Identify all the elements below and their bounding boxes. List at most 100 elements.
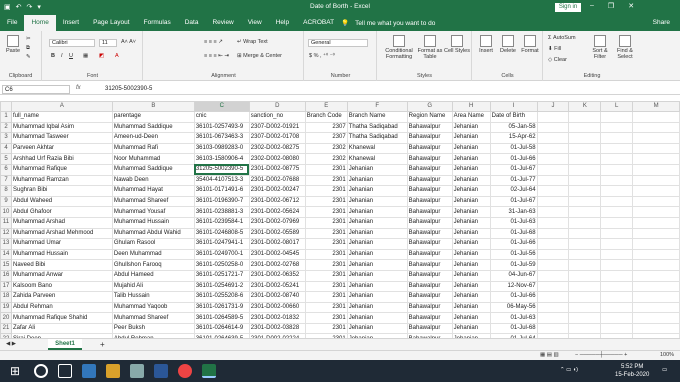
search-icon[interactable]	[34, 364, 48, 378]
view-mode-icons[interactable]: ▦ ▤ ▥	[540, 352, 559, 358]
cell[interactable]: 2301	[304, 280, 348, 293]
cell[interactable]: Region Name	[406, 111, 453, 123]
insert-cells-button[interactable]: Insert	[475, 35, 497, 54]
cell[interactable]: Bahawalpur	[406, 248, 453, 261]
cell[interactable]	[568, 111, 602, 123]
cell[interactable]: 31205-5002390-5	[193, 163, 250, 176]
cell[interactable]	[600, 174, 634, 187]
cell[interactable]	[568, 132, 602, 144]
edge-icon[interactable]	[82, 364, 96, 378]
notifications-icon[interactable]: ▭	[662, 367, 667, 373]
sheet-tab-sheet1[interactable]: Sheet1	[48, 339, 82, 350]
cell[interactable]: Thatha Sadiqabad	[346, 121, 408, 134]
cell[interactable]: 36101-0251721-7	[193, 269, 250, 282]
wrap-text-button[interactable]: ↵ Wrap Text	[237, 39, 268, 45]
cell[interactable]: Bahawalpur	[406, 185, 453, 197]
cell[interactable]	[600, 248, 634, 261]
cell[interactable]	[632, 185, 680, 197]
file-explorer-icon[interactable]	[106, 364, 120, 378]
cell[interactable]: 2301-D002-07969	[248, 216, 306, 229]
cell[interactable]: Jehanian	[451, 269, 491, 282]
cell[interactable]: 01-Jul-77	[489, 174, 538, 187]
cell[interactable]: 36101-0264614-9	[193, 322, 250, 335]
cell[interactable]: 36101-0196390-7	[193, 195, 250, 208]
cell[interactable]: 36103-0989283-0	[193, 142, 250, 155]
formula-input[interactable]: 31205-5002390-5	[105, 85, 152, 93]
column-header[interactable]: G	[406, 101, 453, 112]
find-select-button[interactable]: Find & Select	[614, 35, 636, 60]
tab-page-layout[interactable]: Page Layout	[86, 15, 137, 31]
cell[interactable]: 2301-D002-03828	[248, 322, 306, 335]
accounting-icon[interactable]: $ % , ⁺⁰ ⁻⁰	[309, 53, 335, 59]
column-header[interactable]: E	[304, 101, 348, 112]
zoom-level[interactable]: 100%	[660, 352, 674, 358]
cell[interactable]	[536, 269, 570, 282]
cell[interactable]	[632, 312, 680, 324]
cell[interactable]: Jehanian	[451, 322, 491, 335]
row-header[interactable]: 4	[0, 142, 12, 155]
column-header[interactable]: B	[111, 101, 195, 112]
column-header[interactable]: K	[568, 101, 602, 112]
cell[interactable]: Area Name	[451, 111, 491, 123]
paste-button[interactable]: Paste	[4, 35, 22, 54]
cell[interactable]	[568, 269, 602, 282]
tab-home[interactable]: Home	[24, 15, 56, 31]
cell[interactable]: 36101-0238881-3	[193, 206, 250, 218]
cell[interactable]	[536, 174, 570, 187]
row-header[interactable]: 6	[0, 163, 12, 176]
cell[interactable]: 2307	[304, 132, 348, 144]
cell[interactable]: 2301-D002-05589	[248, 227, 306, 240]
cell[interactable]: 36101-0261731-9	[193, 301, 250, 314]
cell[interactable]	[568, 185, 602, 197]
cell[interactable]: Ghulam Rasool	[111, 238, 195, 250]
cell[interactable]: Muhammad Saddique	[111, 121, 195, 134]
cell[interactable]: Naveed Bibi	[10, 259, 113, 271]
cell[interactable]: 01-Jul-67	[489, 195, 538, 208]
cell[interactable]: 2301-D002-01832	[248, 312, 306, 324]
cell[interactable]: Jehanian	[451, 142, 491, 155]
tab-file[interactable]: File	[0, 15, 24, 31]
borders-icon[interactable]: ▦	[83, 53, 88, 59]
tell-me-search[interactable]: Tell me what you want to do	[355, 20, 435, 27]
cell[interactable]: 01-Jul-66	[489, 153, 538, 165]
cell[interactable]	[568, 206, 602, 218]
sign-in-button[interactable]: Sign in	[555, 3, 581, 12]
cell[interactable]	[536, 132, 570, 144]
cell[interactable]	[536, 322, 570, 335]
cell[interactable]: Muhammad Hayat	[111, 185, 195, 197]
windows-start-icon[interactable]: ⊞	[8, 364, 22, 378]
cell[interactable]: Bahawalpur	[406, 259, 453, 271]
number-format-select[interactable]: General	[308, 39, 368, 47]
cell[interactable]: 2301-D002-05624	[248, 206, 306, 218]
cell[interactable]: 02-Jul-64	[489, 185, 538, 197]
task-view-icon[interactable]	[58, 364, 72, 378]
cell[interactable]	[536, 111, 570, 123]
sort-filter-button[interactable]: Sort & Filter	[588, 35, 612, 60]
cell[interactable]	[568, 163, 602, 176]
cell[interactable]: 2302	[304, 142, 348, 155]
cell[interactable]: 01-Jul-67	[489, 163, 538, 176]
conditional-formatting-button[interactable]: Conditional Formatting	[382, 35, 416, 60]
cell[interactable]: Jehanian	[451, 216, 491, 229]
cell[interactable]	[600, 195, 634, 208]
cell[interactable]: Jehanian	[346, 216, 408, 229]
bold-icon[interactable]: B	[51, 53, 55, 59]
cell[interactable]	[632, 291, 680, 303]
restore-button[interactable]: ❐	[608, 2, 614, 10]
cell[interactable]	[632, 174, 680, 187]
fx-icon[interactable]: fx	[76, 85, 81, 91]
cell[interactable]: Jehanian	[451, 291, 491, 303]
cell[interactable]	[536, 248, 570, 261]
cell[interactable]: Jehanian	[451, 163, 491, 176]
cell[interactable]	[568, 153, 602, 165]
row-header[interactable]: 5	[0, 153, 12, 165]
cell-table[interactable]: A B C D E F G H I J K L M 1 full_name parentage cnic sanc…	[0, 101, 680, 338]
cell[interactable]: Talib Hussain	[111, 291, 195, 303]
cell[interactable]: 2301-D002-08775	[248, 163, 306, 176]
cell[interactable]: 36101-0257493-9	[193, 121, 250, 134]
cell[interactable]	[600, 259, 634, 271]
cell[interactable]: 04-Jun-67	[489, 269, 538, 282]
cell[interactable]: 36103-1580906-4	[193, 153, 250, 165]
cell[interactable]: 2301	[304, 238, 348, 250]
cell[interactable]: Deen Muhammad	[111, 248, 195, 261]
